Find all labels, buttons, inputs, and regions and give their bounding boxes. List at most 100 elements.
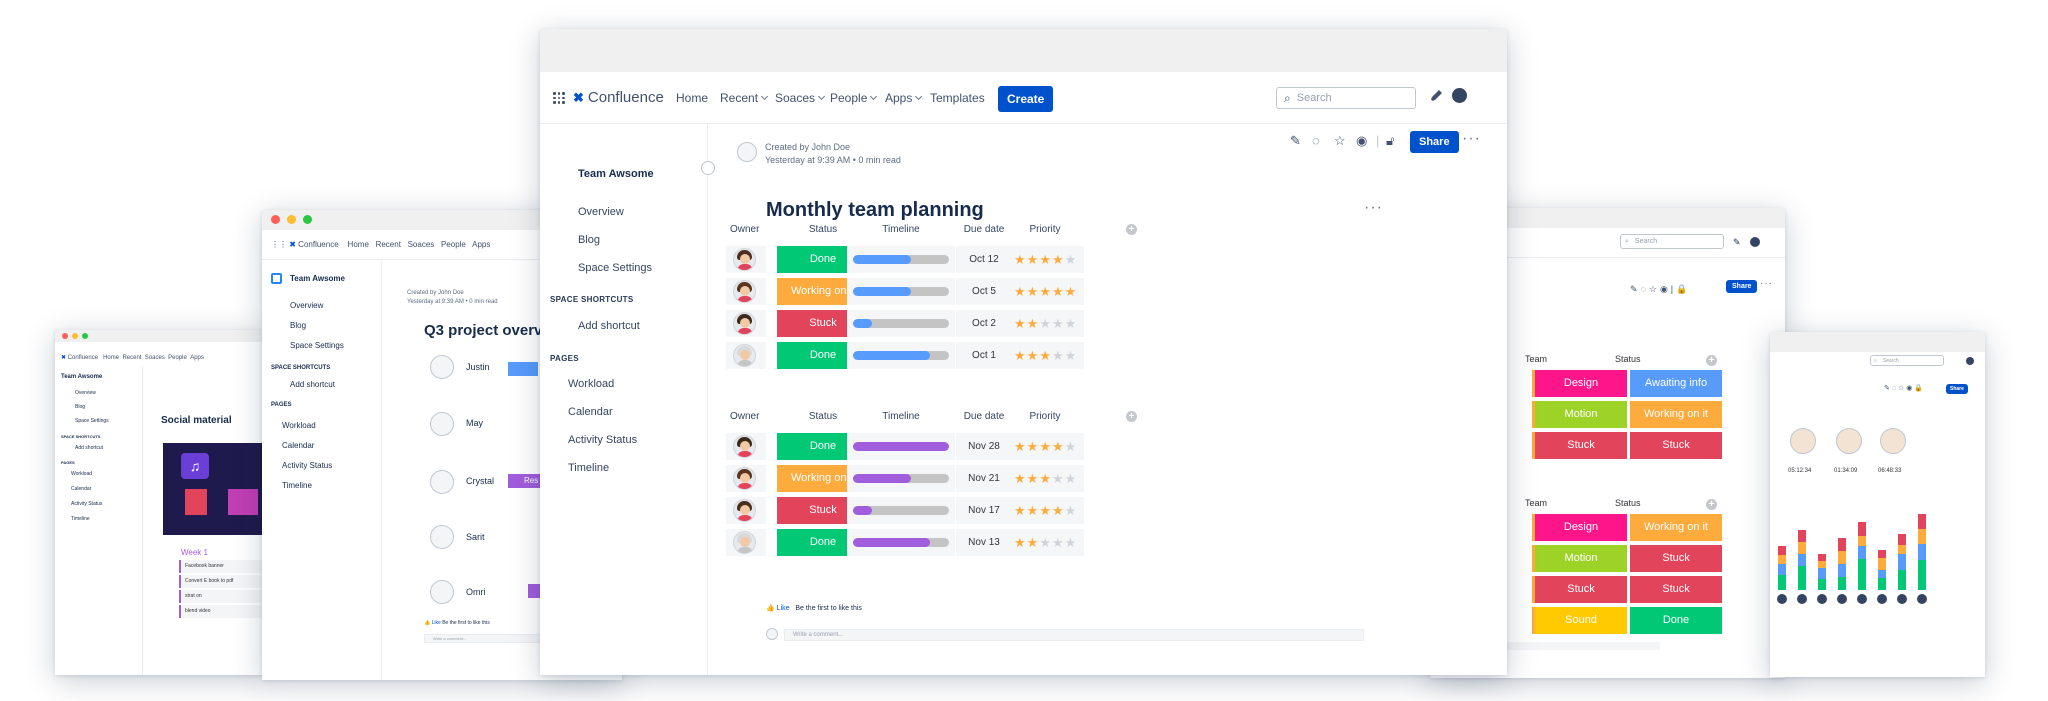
- maximize-dot-icon[interactable]: [303, 215, 312, 224]
- page-link-workload[interactable]: Workload: [568, 378, 614, 390]
- close-dot-icon[interactable]: [62, 333, 68, 339]
- confluence-logo[interactable]: ✖ Confluence: [573, 89, 664, 106]
- owner-avatar[interactable]: [733, 280, 756, 303]
- apps-grid-icon[interactable]: ⋮⋮: [271, 240, 287, 249]
- space-name[interactable]: Team Awsome: [61, 374, 102, 380]
- like-button[interactable]: 👍 Like Be the first to like this: [424, 620, 490, 626]
- due-date[interactable]: Nov 13: [960, 529, 1008, 556]
- maximize-dot-icon[interactable]: [82, 333, 88, 339]
- nav-templates[interactable]: Templates: [930, 91, 985, 105]
- space-name[interactable]: Team Awsome: [290, 274, 345, 283]
- minimize-dot-icon[interactable]: [72, 333, 78, 339]
- comment-icon[interactable]: ◌: [1312, 133, 1320, 148]
- owner-avatar[interactable]: [733, 344, 756, 367]
- nav-people[interactable]: People: [441, 240, 466, 249]
- board-row[interactable]: Conduct a risk assessmentWorking on itNo…: [540, 465, 1084, 492]
- sidebar-overview[interactable]: Overview: [578, 206, 624, 218]
- sidebar-overview[interactable]: Overview: [290, 301, 323, 310]
- timeline-bar[interactable]: [853, 538, 949, 547]
- page-link[interactable]: Workload: [71, 471, 92, 477]
- share-button[interactable]: Share: [1726, 280, 1758, 293]
- apps-grid-icon[interactable]: [553, 92, 565, 104]
- board-row[interactable]: Finalize kickoff materialsDoneOct 12★★★★…: [540, 246, 1084, 273]
- nav-recent[interactable]: Recent: [720, 91, 769, 105]
- nav-spaces[interactable]: Soaces: [408, 240, 435, 249]
- minimize-dot-icon[interactable]: [287, 215, 296, 224]
- add-column-icon[interactable]: +: [1706, 499, 1717, 510]
- watch-icon[interactable]: ◉: [1356, 133, 1367, 149]
- sidebar-blog[interactable]: Blog: [290, 321, 306, 330]
- notification-icon[interactable]: [1430, 88, 1444, 102]
- page-link-calendar[interactable]: Calendar: [568, 406, 613, 418]
- owner-avatar[interactable]: [733, 312, 756, 335]
- nav-home[interactable]: Home: [676, 91, 708, 105]
- priority-rating[interactable]: ★★★★★: [1014, 342, 1077, 369]
- due-date[interactable]: Nov 28: [960, 433, 1008, 460]
- nav-recent[interactable]: Recent: [376, 240, 401, 249]
- owner-avatar[interactable]: [733, 435, 756, 458]
- team-badge[interactable]: Stuck: [1535, 432, 1627, 459]
- edit-icon[interactable]: ✎: [1290, 133, 1301, 149]
- timeline-bar[interactable]: [853, 351, 949, 360]
- sidebar-overview[interactable]: Overview: [75, 390, 96, 396]
- board-row[interactable]: Test planDoneOct 1★★★★★: [540, 342, 1084, 369]
- close-dot-icon[interactable]: [271, 215, 280, 224]
- status-badge[interactable]: Stuck: [1630, 545, 1722, 572]
- page-link[interactable]: Activity Status: [282, 461, 332, 470]
- add-column-icon[interactable]: +: [1126, 224, 1137, 235]
- owner-avatar[interactable]: [733, 499, 756, 522]
- avatar[interactable]: [1966, 357, 1974, 365]
- page-link[interactable]: Calendar: [71, 486, 91, 492]
- sidebar-blog[interactable]: Blog: [75, 404, 85, 410]
- timeline-bar[interactable]: [853, 506, 949, 515]
- priority-rating[interactable]: ★★★★★: [1014, 246, 1077, 273]
- page-link[interactable]: Timeline: [71, 516, 90, 522]
- create-button[interactable]: Create: [998, 86, 1054, 112]
- search-input[interactable]: ⌕ Search: [1276, 87, 1416, 109]
- timeline-bar[interactable]: [853, 255, 949, 264]
- team-badge[interactable]: Stuck: [1535, 576, 1627, 603]
- status-badge[interactable]: Done: [1630, 607, 1722, 634]
- nav-home[interactable]: Home: [348, 240, 369, 249]
- nav-apps[interactable]: Apps: [885, 91, 923, 105]
- task-item[interactable]: blend video: [185, 608, 211, 614]
- board-row[interactable]: Update contractor agreementDoneNov 28★★★…: [540, 433, 1084, 460]
- task-item[interactable]: Convert E book to pdf: [185, 578, 233, 584]
- priority-rating[interactable]: ★★★★★: [1014, 497, 1077, 524]
- add-shortcut[interactable]: Add shortcut: [75, 445, 103, 451]
- sidebar-blog[interactable]: Blog: [578, 234, 600, 246]
- priority-rating[interactable]: ★★★★★: [1014, 433, 1077, 460]
- due-date[interactable]: Oct 12: [960, 246, 1008, 273]
- status-badge[interactable]: Awaiting info: [1630, 370, 1722, 397]
- priority-rating[interactable]: ★★★★★: [1014, 278, 1077, 305]
- sidebar-settings[interactable]: Space Settings: [75, 418, 109, 424]
- timeline-bar[interactable]: [853, 442, 949, 451]
- priority-rating[interactable]: ★★★★★: [1014, 465, 1077, 492]
- add-column-icon[interactable]: +: [1706, 355, 1717, 366]
- due-date[interactable]: Oct 5: [960, 278, 1008, 305]
- page-tools[interactable]: ✎◌☆◉🔒: [1884, 384, 1925, 392]
- user-avatar[interactable]: [1452, 88, 1467, 103]
- due-date[interactable]: Oct 1: [960, 342, 1008, 369]
- timeline-bar[interactable]: [853, 319, 949, 328]
- collapse-sidebar-button[interactable]: [701, 161, 715, 175]
- like-button[interactable]: 👍 Like Be the first to like this: [766, 604, 862, 612]
- timeline-bar[interactable]: [853, 474, 949, 483]
- more-icon[interactable]: ···: [1760, 278, 1773, 289]
- board-row[interactable]: Refine objectivesWorking on itOct 5★★★★★: [540, 278, 1084, 305]
- due-date[interactable]: Nov 21: [960, 465, 1008, 492]
- team-badge[interactable]: Sound: [1535, 607, 1627, 634]
- due-date[interactable]: Oct 2: [960, 310, 1008, 337]
- team-badge[interactable]: Design: [1535, 370, 1627, 397]
- status-badge[interactable]: Working on it: [1630, 401, 1722, 428]
- add-column-icon[interactable]: +: [1126, 411, 1137, 422]
- page-link[interactable]: Calendar: [282, 441, 314, 450]
- page-link[interactable]: Activity Status: [71, 501, 102, 507]
- star-icon[interactable]: ☆: [1334, 133, 1346, 149]
- page-link[interactable]: Timeline: [282, 481, 312, 490]
- notification-icon[interactable]: ✎: [1733, 237, 1741, 248]
- status-badge[interactable]: Stuck: [1630, 432, 1722, 459]
- nav-apps[interactable]: Apps: [472, 240, 490, 249]
- more-actions-icon[interactable]: ···: [1462, 130, 1481, 148]
- owner-avatar[interactable]: [733, 467, 756, 490]
